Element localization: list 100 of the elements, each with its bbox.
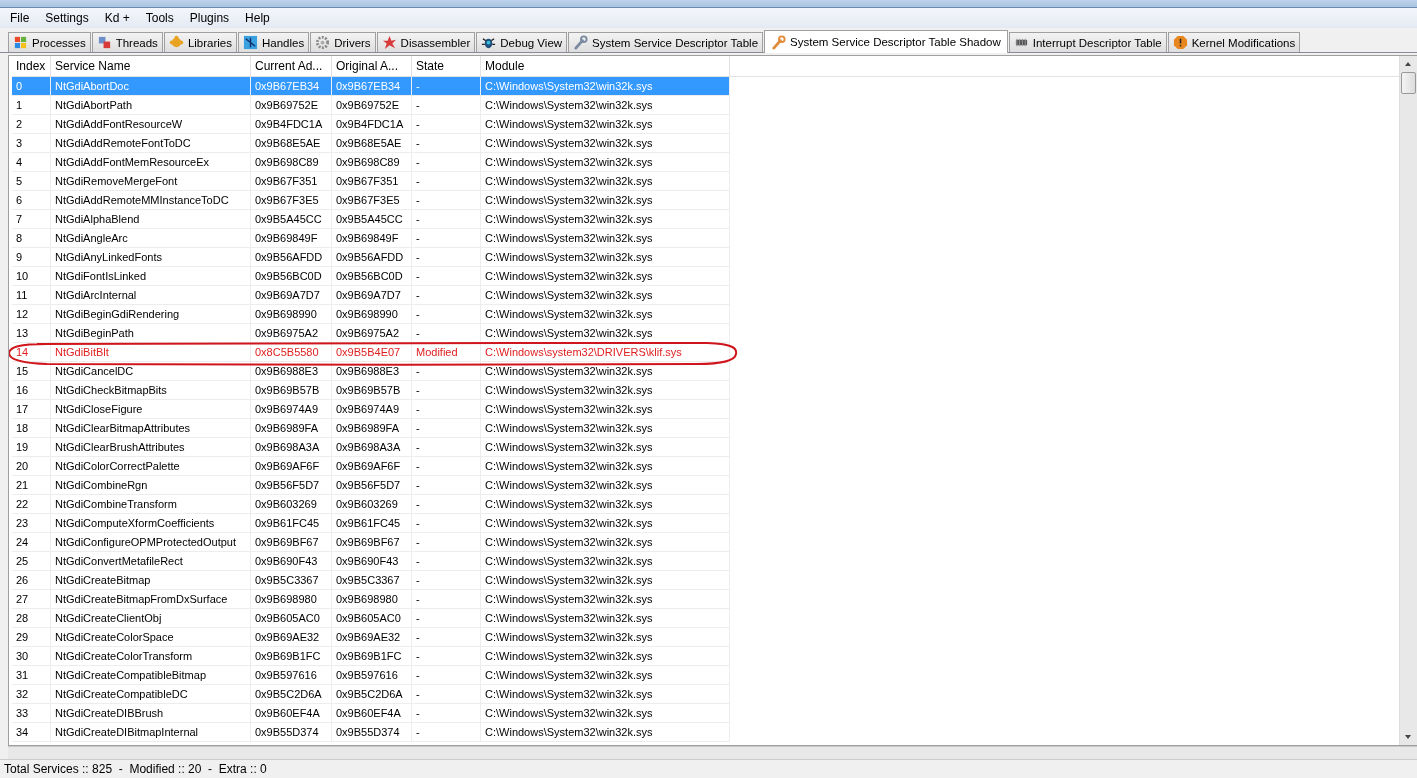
cubes-icon [96,35,112,50]
table-row[interactable]: 33 NtGdiCreateDIBBrush 0x9B60EF4A 0x9B60EF4A - C:\Windows\System32\win32k.sys [12,704,730,723]
table-cell: C:\Windows\System32\win32k.sys [481,704,730,722]
table-cell: 0x9B4FDC1A [251,115,332,133]
bug-icon [481,35,497,50]
scrollbar-thumb[interactable] [1401,72,1416,94]
menu-item[interactable]: Settings [37,11,97,25]
table-row[interactable]: 11 NtGdiArcInternal 0x9B69A7D7 0x9B69A7D7 - C:\Windows\System32\win32k.sys [12,286,730,305]
tab[interactable]: System Service Descriptor Table [568,32,764,52]
table-row[interactable]: 8 NtGdiAngleArc 0x9B69849F 0x9B69849F - C:\Windows\System32\win32k.sys [12,229,730,248]
table-cell: - [412,419,481,437]
table-cell: C:\Windows\System32\win32k.sys [481,134,730,152]
table-cell: C:\Windows\System32\win32k.sys [481,571,730,589]
table-cell: 0x9B5C3367 [332,571,412,589]
table-row[interactable]: 20 NtGdiColorCorrectPalette 0x9B69AF6F 0x9B69AF6F - C:\Windows\System32\win32k.sys [12,457,730,476]
table-cell: 0x9B690F43 [251,552,332,570]
table-cell: 0x9B698A3A [251,438,332,456]
table-cell: 20 [12,457,51,475]
table-row[interactable]: 27 NtGdiCreateBitmapFromDxSurface 0x9B698980 0x9B698980 - C:\Windows\System32\win32k.sys [12,590,730,609]
table-row[interactable]: 34 NtGdiCreateDIBitmapInternal 0x9B55D374 0x9B55D374 - C:\Windows\System32\win32k.sys [12,723,730,742]
tab[interactable]: Drivers [310,32,376,52]
table-row[interactable]: 17 NtGdiCloseFigure 0x9B6974A9 0x9B6974A9 - C:\Windows\System32\win32k.sys [12,400,730,419]
table-row[interactable]: 3 NtGdiAddRemoteFontToDC 0x9B68E5AE 0x9B68E5AE - C:\Windows\System32\win32k.sys [12,134,730,153]
table-cell: - [412,115,481,133]
table-cell: 0x9B698980 [332,590,412,608]
table-row[interactable]: 15 NtGdiCancelDC 0x9B6988E3 0x9B6988E3 - C:\Windows\System32\win32k.sys [12,362,730,381]
table-cell: NtGdiCreateClientObj [51,609,251,627]
tab[interactable]: Kernel Modifications [1167,32,1301,52]
table-cell: 0x9B69849F [332,229,412,247]
table-cell: 0x9B68E5AE [251,134,332,152]
table-cell: C:\Windows\System32\win32k.sys [481,153,730,171]
table-row[interactable]: 14 NtGdiBitBlt 0x8C5B5580 0x9B5B4E07 Modified C:\Windows\system32\DRIVERS\klif.sys [12,343,730,362]
column-header[interactable]: Service Name [51,56,251,76]
table-cell: 16 [12,381,51,399]
tab[interactable]: System Service Descriptor Table Shadow [764,30,1008,53]
table-row[interactable]: 21 NtGdiCombineRgn 0x9B56F5D7 0x9B56F5D7 - C:\Windows\System32\win32k.sys [12,476,730,495]
table-cell: 0x9B698990 [332,305,412,323]
vertical-scrollbar[interactable] [1399,56,1417,745]
table-cell: C:\Windows\System32\win32k.sys [481,324,730,342]
table-row[interactable]: 32 NtGdiCreateCompatibleDC 0x9B5C2D6A 0x9B5C2D6A - C:\Windows\System32\win32k.sys [12,685,730,704]
table-cell: 0x9B69AE32 [332,628,412,646]
column-header[interactable]: Module [481,56,730,76]
table-cell: 26 [12,571,51,589]
menu-item[interactable]: Help [237,11,278,25]
horizontal-scrollbar[interactable] [8,746,1417,759]
tab[interactable]: Processes [8,32,91,52]
table-row[interactable]: 25 NtGdiConvertMetafileRect 0x9B690F43 0x9B690F43 - C:\Windows\System32\win32k.sys [12,552,730,571]
column-header[interactable]: Index [12,56,51,76]
wrench-icon [573,35,589,50]
tab[interactable]: Debug View [476,32,568,52]
table-row[interactable]: 4 NtGdiAddFontMemResourceEx 0x9B698C89 0x9B698C89 - C:\Windows\System32\win32k.sys [12,153,730,172]
tab[interactable]: Interrupt Descriptor Table [1008,32,1167,52]
table-cell: - [412,172,481,190]
menu-item[interactable]: Plugins [181,11,238,25]
table-cell: 0x9B4FDC1A [332,115,412,133]
table-cell: 0x9B603269 [332,495,412,513]
table-cell: NtGdiBeginGdiRendering [51,305,251,323]
table-row[interactable]: 12 NtGdiBeginGdiRendering 0x9B698990 0x9B698990 - C:\Windows\System32\win32k.sys [12,305,730,324]
table-cell: NtGdiAlphaBlend [51,210,251,228]
tab[interactable]: Threads [91,32,163,52]
table-row[interactable]: 13 NtGdiBeginPath 0x9B6975A2 0x9B6975A2 - C:\Windows\System32\win32k.sys [12,324,730,343]
table-cell: 0x9B60EF4A [251,704,332,722]
table-cell: 0x9B597616 [251,666,332,684]
menu-item[interactable]: Kd + [96,11,138,25]
table-row[interactable]: 19 NtGdiClearBrushAttributes 0x9B698A3A 0x9B698A3A - C:\Windows\System32\win32k.sys [12,438,730,457]
table-cell: NtGdiAbortDoc [51,77,251,95]
table-row[interactable]: 16 NtGdiCheckBitmapBits 0x9B69B57B 0x9B69B57B - C:\Windows\System32\win32k.sys [12,381,730,400]
column-header[interactable]: Original A... [332,56,412,76]
table-cell: 0x9B61FC45 [332,514,412,532]
table-cell: 0x9B67F351 [332,172,412,190]
table-row[interactable]: 30 NtGdiCreateColorTransform 0x9B69B1FC 0x9B69B1FC - C:\Windows\System32\win32k.sys [12,647,730,666]
table-row[interactable]: 9 NtGdiAnyLinkedFonts 0x9B56AFDD 0x9B56AFDD - C:\Windows\System32\win32k.sys [12,248,730,267]
column-header[interactable]: Current Ad... [251,56,332,76]
column-header[interactable]: State [412,56,481,76]
table-row[interactable]: 26 NtGdiCreateBitmap 0x9B5C3367 0x9B5C3367 - C:\Windows\System32\win32k.sys [12,571,730,590]
table-row[interactable]: 23 NtGdiComputeXformCoefficients 0x9B61FC45 0x9B61FC45 - C:\Windows\System32\win32k.sys [12,514,730,533]
table-cell: NtGdiCreateBitmapFromDxSurface [51,590,251,608]
table-row[interactable]: 5 NtGdiRemoveMergeFont 0x9B67F351 0x9B67F351 - C:\Windows\System32\win32k.sys [12,172,730,191]
tab[interactable]: Disassembler [376,32,476,52]
table-row[interactable]: 6 NtGdiAddRemoteMMInstanceToDC 0x9B67F3E5 0x9B67F3E5 - C:\Windows\System32\win32k.sys [12,191,730,210]
menu-item[interactable]: File [2,11,38,25]
table-row[interactable]: 10 NtGdiFontIsLinked 0x9B56BC0D 0x9B56BC0D - C:\Windows\System32\win32k.sys [12,267,730,286]
table-cell: 0x9B6975A2 [332,324,412,342]
table-row[interactable]: 2 NtGdiAddFontResourceW 0x9B4FDC1A 0x9B4FDC1A - C:\Windows\System32\win32k.sys [12,115,730,134]
table-row[interactable]: 1 NtGdiAbortPath 0x9B69752E 0x9B69752E - C:\Windows\System32\win32k.sys [12,96,730,115]
table-cell: - [412,533,481,551]
table-row[interactable]: 22 NtGdiCombineTransform 0x9B603269 0x9B603269 - C:\Windows\System32\win32k.sys [12,495,730,514]
tab[interactable]: Handles [238,32,310,52]
table-row[interactable]: 7 NtGdiAlphaBlend 0x9B5A45CC 0x9B5A45CC - C:\Windows\System32\win32k.sys [12,210,730,229]
table-cell: - [412,210,481,228]
table-row[interactable]: 24 NtGdiConfigureOPMProtectedOutput 0x9B69BF67 0x9B69BF67 - C:\Windows\System32\win32k.sys [12,533,730,552]
table-row[interactable]: 31 NtGdiCreateCompatibleBitmap 0x9B597616 0x9B597616 - C:\Windows\System32\win32k.sys [12,666,730,685]
table-row[interactable]: 28 NtGdiCreateClientObj 0x9B605AC0 0x9B605AC0 - C:\Windows\System32\win32k.sys [12,609,730,628]
tab[interactable]: Libraries [163,32,237,52]
table-cell: C:\Windows\System32\win32k.sys [481,362,730,380]
table-cell: - [412,552,481,570]
menu-item[interactable]: Tools [137,11,182,25]
table-row[interactable]: 29 NtGdiCreateColorSpace 0x9B69AE32 0x9B69AE32 - C:\Windows\System32\win32k.sys [12,628,730,647]
table-cell: C:\Windows\System32\win32k.sys [481,115,730,133]
table-row[interactable]: 18 NtGdiClearBitmapAttributes 0x9B6989FA 0x9B6989FA - C:\Windows\System32\win32k.sys [12,419,730,438]
